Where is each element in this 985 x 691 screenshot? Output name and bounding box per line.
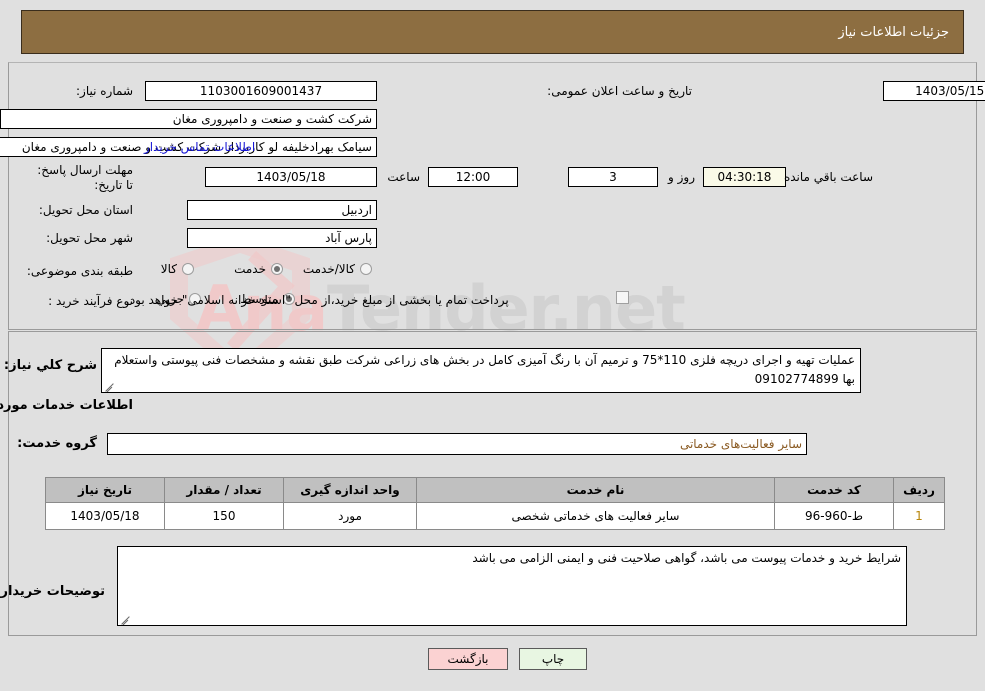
buyer-org-value: شرکت کشت و صنعت و دامپروری مغان bbox=[0, 109, 377, 129]
time-remaining-value: 04:30:18 bbox=[703, 167, 786, 187]
deadline-time-value: 12:00 bbox=[428, 167, 518, 187]
buyer-notes-label: توضیحات خریدار: bbox=[0, 584, 105, 599]
page-title: جزئیات اطلاعات نیاز bbox=[838, 24, 949, 40]
need-number-value: 1103001609001437 bbox=[145, 81, 377, 101]
td-name: سایر فعالیت های خدماتی شخصی bbox=[416, 502, 775, 530]
th-quantity: تعداد / مقدار bbox=[164, 477, 284, 503]
td-date: 1403/05/18 bbox=[45, 502, 165, 530]
table-header-row: ردیف کد خدمت نام خدمت واحد اندازه گیری ت… bbox=[45, 477, 945, 503]
services-table: ردیف کد خدمت نام خدمت واحد اندازه گیری ت… bbox=[45, 477, 945, 530]
days-label: روز و bbox=[668, 170, 695, 184]
radio-indicator bbox=[182, 263, 194, 275]
th-code: کد خدمت bbox=[774, 477, 894, 503]
category-label: طبقه بندی موضوعی: bbox=[26, 264, 133, 278]
print-button[interactable]: چاپ bbox=[519, 648, 587, 670]
radio-label: کالا bbox=[160, 262, 177, 276]
th-index: ردیف bbox=[893, 477, 945, 503]
td-unit: مورد bbox=[283, 502, 417, 530]
resize-grip-icon[interactable] bbox=[120, 613, 132, 625]
radio-indicator bbox=[271, 263, 283, 275]
deadline-date-value: 1403/05/18 bbox=[205, 167, 377, 187]
remaining-label: ساعت باقي مانده bbox=[783, 170, 873, 184]
resize-grip-icon[interactable] bbox=[104, 380, 116, 392]
th-date: تاریخ نیاز bbox=[45, 477, 165, 503]
need-number-label: شماره نیاز: bbox=[76, 84, 133, 98]
td-quantity: 150 bbox=[164, 502, 284, 530]
td-index: 1 bbox=[893, 502, 945, 530]
summary-textarea[interactable]: عملیات تهیه و اجرای دریچه فلزی 110*75 و … bbox=[101, 348, 861, 393]
buyer-notes-textarea[interactable]: شرایط خرید و خدمات پیوست می باشد، گواهی … bbox=[117, 546, 907, 626]
buyer-notes-value: شرایط خرید و خدمات پیوست می باشد، گواهی … bbox=[472, 551, 901, 565]
service-group-value: سایر فعالیت‌های خدماتی bbox=[107, 433, 807, 455]
treasury-bonds-text: پرداخت تمام یا بخشی از مبلغ خرید،از محل … bbox=[126, 293, 509, 307]
treasury-bonds-checkbox[interactable] bbox=[616, 291, 629, 304]
summary-label: شرح کلي نیاز: bbox=[3, 358, 97, 373]
th-name: نام خدمت bbox=[416, 477, 775, 503]
services-section-title: اطلاعات خدمات مورد نیاز bbox=[0, 398, 133, 413]
page-header: جزئیات اطلاعات نیاز bbox=[21, 10, 964, 54]
back-button[interactable]: بازگشت bbox=[428, 648, 508, 670]
announce-datetime-label: تاریخ و ساعت اعلان عمومی: bbox=[547, 84, 692, 98]
th-unit: واحد اندازه گیری bbox=[283, 477, 417, 503]
service-group-label: گروه خدمت: bbox=[17, 436, 97, 451]
city-label: شهر محل تحویل: bbox=[46, 231, 133, 245]
need-info-panel bbox=[8, 62, 977, 330]
announce-datetime-value: 07:02 - 1403/05/15 bbox=[883, 81, 985, 101]
radio-label: خدمت bbox=[234, 262, 266, 276]
days-remaining-value: 3 bbox=[568, 167, 658, 187]
province-value: اردبیل bbox=[187, 200, 377, 220]
hour-label: ساعت bbox=[387, 170, 420, 184]
td-code: ط-960-96 bbox=[774, 502, 894, 530]
table-row: 1 ط-960-96 سایر فعالیت های خدماتی شخصی م… bbox=[45, 502, 945, 530]
radio-category-kala-khedmat[interactable]: کالا/خدمت bbox=[303, 262, 372, 276]
radio-indicator bbox=[360, 263, 372, 275]
province-label: استان محل تحویل: bbox=[38, 203, 133, 217]
radio-label: کالا/خدمت bbox=[302, 262, 355, 276]
process-label: نوع فرآیند خرید : bbox=[48, 294, 133, 308]
radio-category-kala[interactable]: کالا bbox=[161, 262, 194, 276]
city-value: پارس آباد bbox=[187, 228, 377, 248]
radio-category-khedmat[interactable]: خدمت bbox=[234, 262, 283, 276]
summary-value: عملیات تهیه و اجرای دریچه فلزی 110*75 و … bbox=[114, 353, 855, 386]
deadline-label: مهلت ارسال پاسخ: تا تاریخ: bbox=[37, 163, 133, 192]
buyer-contact-link[interactable]: اطلاعات تماس خریدار bbox=[144, 140, 255, 154]
